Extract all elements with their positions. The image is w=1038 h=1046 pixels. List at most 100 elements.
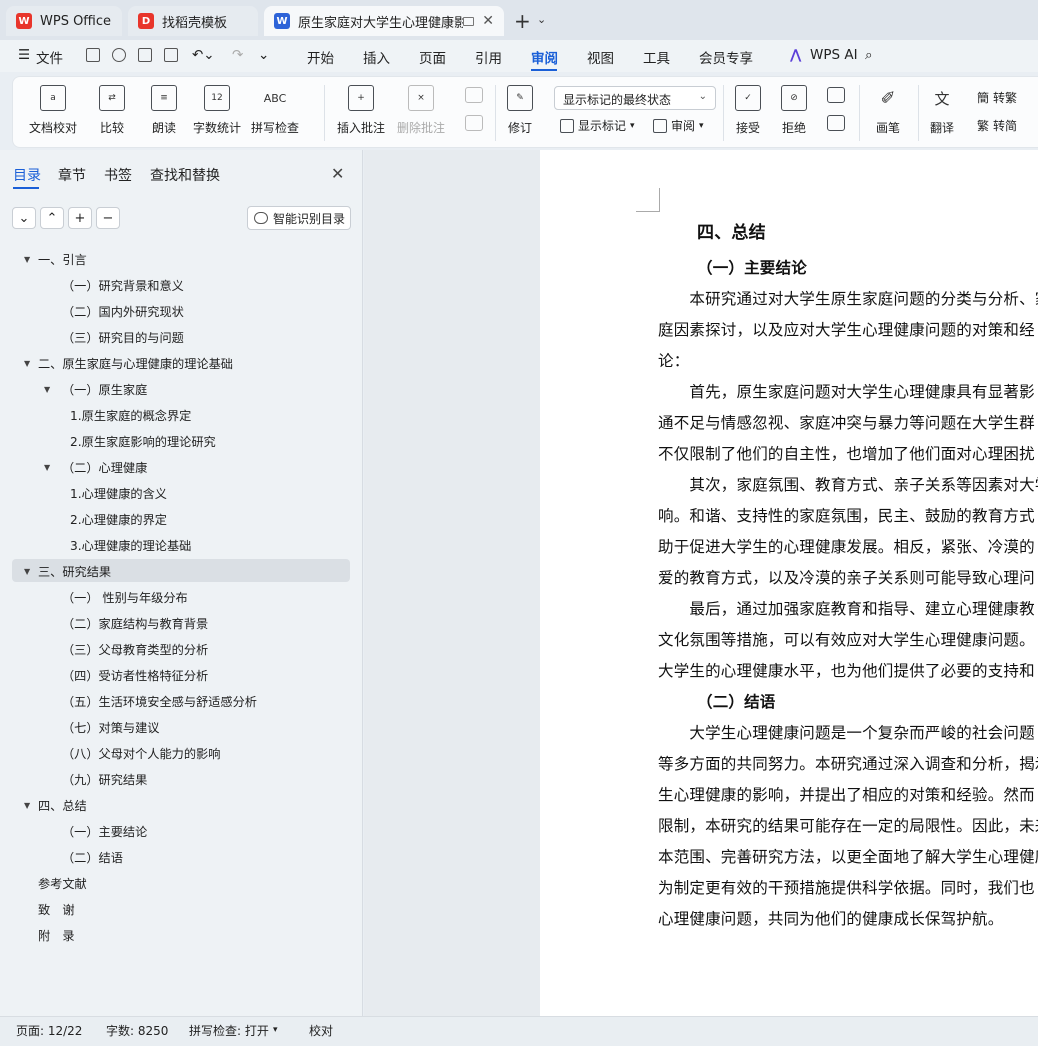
toc-item[interactable]: （一）主要结论 [62, 820, 147, 842]
expand-arrow-icon[interactable]: ▼ [44, 463, 50, 472]
tab-find-replace[interactable]: 查找和替换 [150, 165, 220, 185]
tab-toc[interactable]: 目录 [13, 165, 41, 185]
tab-sections[interactable]: 章节 [58, 165, 86, 185]
chevron-down-icon[interactable]: ▾ [273, 1025, 278, 1035]
toc-item[interactable]: （二）结语 [62, 846, 123, 868]
translate-button[interactable]: 文 翻译 [929, 85, 955, 136]
menu-start[interactable]: 开始 [307, 47, 334, 67]
toc-item[interactable]: 1.心理健康的含义 [70, 482, 167, 504]
next-comment-button[interactable] [465, 115, 483, 139]
toc-item[interactable]: （二）国内外研究现状 [62, 300, 184, 322]
page-indicator[interactable]: 页面: 12/22 [16, 1022, 82, 1039]
expand-arrow-icon[interactable]: ▼ [24, 359, 30, 368]
read-aloud-button[interactable]: ≡ 朗读 [151, 85, 177, 136]
expand-arrow-icon[interactable]: ▼ [24, 255, 30, 264]
toc-item[interactable]: ▼ 四、总结 [24, 794, 87, 816]
menu-insert[interactable]: 插入 [363, 47, 390, 67]
toc-item[interactable]: （四）受访者性格特征分析 [62, 664, 208, 686]
new-tab-icon[interactable]: + [514, 9, 531, 33]
prev-comment-button[interactable] [465, 87, 483, 111]
share-icon[interactable] [112, 48, 126, 62]
menu-view[interactable]: 视图 [587, 47, 614, 67]
revise-button[interactable]: ✎ 修订 [507, 85, 533, 136]
word-count-button[interactable]: 12 字数统计 [193, 85, 241, 136]
spell-check-button[interactable]: ABC 拼写检查 [251, 85, 299, 136]
next-change-button[interactable] [827, 115, 845, 139]
expand-arrow-icon[interactable]: ▼ [24, 567, 30, 576]
show-markup-button[interactable]: 显示标记 ▾ [560, 117, 635, 134]
toc-item[interactable]: 附 录 [38, 924, 75, 946]
close-icon[interactable]: ✕ [331, 164, 344, 183]
review-pane-button[interactable]: 审阅 ▾ [653, 117, 704, 134]
chevron-down-icon[interactable]: ⌄ [258, 47, 269, 63]
markup-state-select[interactable]: 显示标记的最终状态 ⌄ [554, 86, 716, 110]
accept-button[interactable]: ✓ 接受 [735, 85, 761, 136]
toc-item[interactable]: （三）研究目的与问题 [62, 326, 184, 348]
tab-document[interactable]: W 原生家庭对大学生心理健康影响 ✕ [264, 6, 504, 36]
toc-item[interactable]: （一） 性别与年级分布 [62, 586, 188, 608]
toc-item[interactable]: （九）研究结果 [62, 768, 147, 790]
pen-button[interactable]: ✐ 画笔 [875, 85, 901, 136]
print-icon[interactable] [138, 48, 152, 62]
toc-item[interactable]: ▼ 二、原生家庭与心理健康的理论基础 [24, 352, 233, 374]
toc-item[interactable]: （八）父母对个人能力的影响 [62, 742, 220, 764]
toc-item[interactable]: ▼ 一、引言 [24, 248, 87, 270]
wps-ai-icon[interactable]: ⋀ [790, 47, 801, 63]
toc-item[interactable]: （二）家庭结构与教育背景 [62, 612, 208, 634]
smart-toc-button[interactable]: 智能识别目录 [247, 206, 351, 230]
menu-member[interactable]: 会员专享 [699, 47, 753, 67]
tab-bookmarks[interactable]: 书签 [104, 165, 132, 185]
expand-arrow-icon[interactable]: ▼ [24, 801, 30, 810]
remove-heading-button[interactable]: − [96, 207, 120, 229]
tab-wps-office[interactable]: W WPS Office [6, 6, 122, 36]
window-icon[interactable] [463, 16, 474, 26]
spell-check-status[interactable]: 拼写检查: 打开 [189, 1022, 269, 1039]
reject-button[interactable]: ⊘ 拒绝 [781, 85, 807, 136]
expand-button[interactable]: ⌃ [40, 207, 64, 229]
save-icon[interactable] [86, 48, 100, 62]
toc-item[interactable]: 1.原生家庭的概念界定 [70, 404, 191, 426]
close-icon[interactable]: ✕ [482, 13, 494, 29]
menu-tools[interactable]: 工具 [643, 47, 670, 67]
to-traditional-button[interactable]: 簡 转繁 [977, 89, 1017, 106]
menu-wps-ai[interactable]: WPS AI [810, 47, 858, 63]
toc-item[interactable]: （五）生活环境安全感与舒适感分析 [62, 690, 257, 712]
compare-button[interactable]: ⇄ 比较 [99, 85, 125, 136]
toc-item[interactable]: （一）研究背景和意义 [62, 274, 184, 296]
toc-item[interactable]: ▼ 三、研究结果 [24, 560, 111, 582]
toc-item[interactable]: 2.心理健康的界定 [70, 508, 167, 530]
toc-item[interactable]: （三）父母教育类型的分析 [62, 638, 208, 660]
menu-page[interactable]: 页面 [419, 47, 446, 67]
menu-review[interactable]: 审阅 [531, 47, 558, 67]
search-icon[interactable]: ⌕ [865, 47, 873, 63]
insert-comment-button[interactable]: + 插入批注 [337, 85, 385, 136]
document-page[interactable]: 四、总结 （一）主要结论 本研究通过对大学生原生家庭问题的分类与分析、家 庭因素探讨… [540, 150, 1038, 1016]
chevron-down-icon[interactable]: ⌄ [537, 13, 546, 26]
to-simplified-button[interactable]: 繁 转简 [977, 117, 1017, 134]
toc-item[interactable]: 参考文献 [38, 872, 87, 894]
word-count-indicator[interactable]: 字数: 8250 [106, 1022, 168, 1039]
toc-item[interactable]: ▼ （二）心理健康 [44, 456, 147, 478]
doc-proof-button[interactable]: a 文档校对 [29, 85, 77, 136]
proof-status[interactable]: 校对 [309, 1022, 333, 1039]
tab-docer[interactable]: D 找稻壳模板 [128, 6, 258, 36]
undo-icon[interactable]: ↶⌄ [192, 47, 215, 63]
toc-item-label: 附 录 [38, 929, 75, 943]
delete-comment-button[interactable]: × 删除批注 [397, 85, 445, 136]
toc-item[interactable]: （七）对策与建议 [62, 716, 160, 738]
hamburger-icon[interactable]: ☰ [18, 47, 30, 63]
menu-reference[interactable]: 引用 [475, 47, 502, 67]
body-line: 文化氛围等措施，可以有效应对大学生心理健康问题。 [658, 631, 1035, 649]
expand-arrow-icon[interactable]: ▼ [44, 385, 50, 394]
toc-item[interactable]: 致 谢 [38, 898, 75, 920]
body-line: 最后，通过加强家庭教育和指导、建立心理健康教 [658, 600, 1035, 618]
toc-item[interactable]: ▼ （一）原生家庭 [44, 378, 147, 400]
print-preview-icon[interactable] [164, 48, 178, 62]
toc-item[interactable]: 3.心理健康的理论基础 [70, 534, 191, 556]
menu-file[interactable]: 文件 [36, 47, 63, 67]
add-heading-button[interactable]: + [68, 207, 92, 229]
toc-item[interactable]: 2.原生家庭影响的理论研究 [70, 430, 216, 452]
redo-icon[interactable]: ↷ [232, 47, 243, 63]
collapse-button[interactable]: ⌄ [12, 207, 36, 229]
prev-change-button[interactable] [827, 87, 845, 111]
